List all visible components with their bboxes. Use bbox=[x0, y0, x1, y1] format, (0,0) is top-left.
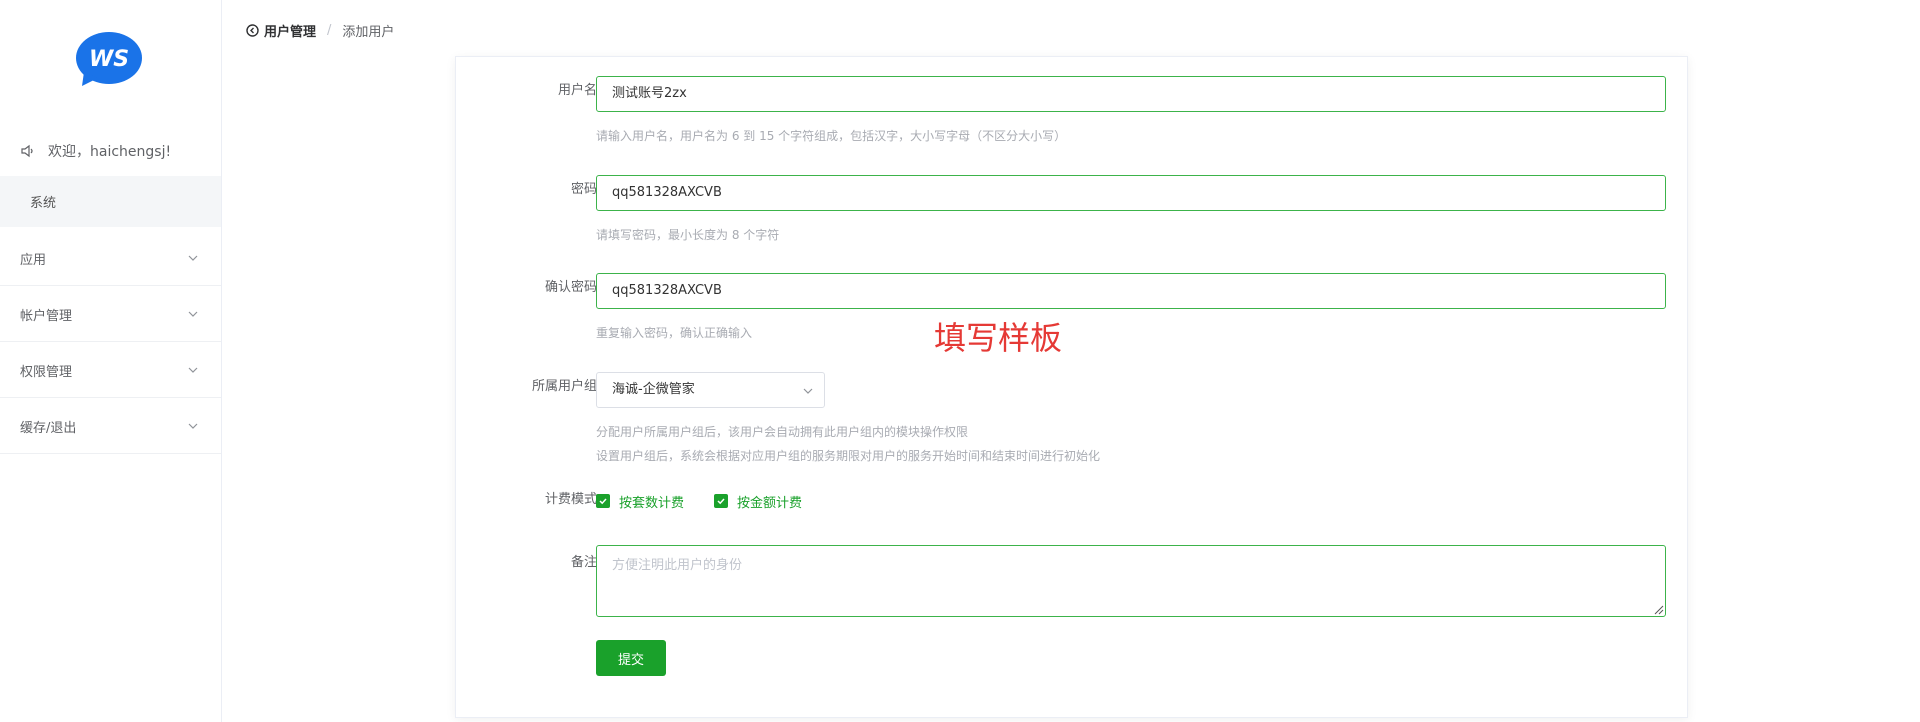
username-field[interactable]: 测试账号2zx bbox=[596, 76, 1666, 112]
chevron-down-icon bbox=[188, 311, 198, 317]
user-group-label: 所属用户组 bbox=[531, 379, 597, 394]
back-circle-icon bbox=[246, 23, 259, 37]
breadcrumb-current: 添加用户 bbox=[342, 24, 395, 40]
welcome-text: 欢迎，haichengsj! bbox=[48, 144, 172, 160]
username-label: 用户名 bbox=[557, 83, 597, 98]
password-hint: 请填写密码，最小长度为 8 个字符 bbox=[596, 228, 780, 242]
speaker-icon bbox=[21, 144, 33, 158]
confirm-password-hint: 重复输入密码，确认正确输入 bbox=[596, 326, 753, 340]
remark-placeholder: 方便注明此用户的身份 bbox=[612, 558, 743, 573]
chevron-down-icon bbox=[188, 255, 198, 261]
password-label: 密码 bbox=[570, 182, 597, 197]
confirm-password-field[interactable]: qq581328AXCVB bbox=[596, 273, 1666, 309]
sample-annotation: 填写样板 bbox=[934, 319, 1063, 357]
chevron-down-icon bbox=[188, 423, 198, 429]
sidebar-item-label: 应用 bbox=[20, 252, 47, 268]
sidebar-item-accounts[interactable]: 帐户管理 bbox=[0, 287, 221, 342]
user-group-hint-2: 设置用户组后，系统会根据对应用户组的服务期限对用户的服务开始时间和结束时间进行初… bbox=[596, 449, 1101, 463]
sidebar-item-label: 帐户管理 bbox=[20, 308, 73, 324]
billing-by-amount-checkbox[interactable]: 按金额计费 bbox=[714, 492, 802, 511]
breadcrumb: 用户管理 / 添加用户 bbox=[246, 20, 394, 40]
billing-mode-options: 按套数计费 按金额计费 bbox=[596, 491, 832, 511]
sidebar-item-apps[interactable]: 应用 bbox=[0, 231, 221, 286]
checkbox-checked-icon bbox=[596, 494, 610, 508]
app-logo[interactable]: WS bbox=[76, 32, 142, 88]
user-group-selected: 海诚-企微管家 bbox=[612, 382, 695, 397]
breadcrumb-separator: / bbox=[327, 22, 332, 38]
resize-handle-icon[interactable] bbox=[1652, 603, 1664, 615]
breadcrumb-back-link[interactable]: 用户管理 bbox=[246, 21, 316, 40]
billing-by-set-checkbox[interactable]: 按套数计费 bbox=[596, 492, 684, 511]
welcome-message: 欢迎，haichengsj! bbox=[20, 140, 171, 162]
sidebar-item-label: 系统 bbox=[30, 196, 57, 211]
billing-mode-label: 计费模式 bbox=[544, 492, 597, 507]
breadcrumb-parent-label: 用户管理 bbox=[264, 24, 317, 40]
sidebar-item-permissions[interactable]: 权限管理 bbox=[0, 343, 221, 398]
password-field[interactable]: qq581328AXCVB bbox=[596, 175, 1666, 211]
remark-textarea[interactable]: 方便注明此用户的身份 bbox=[596, 545, 1666, 617]
submit-button[interactable]: 提交 bbox=[596, 640, 666, 676]
chevron-down-icon bbox=[188, 367, 198, 373]
confirm-password-label: 确认密码 bbox=[544, 280, 597, 295]
add-user-form: 用户名 测试账号2zx 请输入用户名，用户名为 6 到 15 个字符组成，包括汉… bbox=[455, 56, 1688, 718]
chevron-down-icon bbox=[803, 388, 813, 394]
sidebar-item-label: 缓存/退出 bbox=[20, 420, 77, 436]
username-hint: 请输入用户名，用户名为 6 到 15 个字符组成，包括汉字，大小写字母（不区分大… bbox=[596, 129, 1067, 143]
sidebar-item-system[interactable]: 系统 bbox=[0, 176, 221, 227]
remark-label: 备注 bbox=[570, 555, 597, 570]
user-group-hint-1: 分配用户所属用户组后，该用户会自动拥有此用户组内的模块操作权限 bbox=[596, 425, 969, 439]
logo-text: WS bbox=[89, 47, 129, 72]
checkbox-label: 按金额计费 bbox=[737, 495, 803, 511]
sidebar-item-cache-logout[interactable]: 缓存/退出 bbox=[0, 399, 221, 454]
sidebar: WS 欢迎，haichengsj! 系统 应用 帐户管理 权限管理 缓存/退出 bbox=[0, 0, 222, 722]
checkbox-label: 按套数计费 bbox=[619, 495, 685, 511]
sidebar-item-label: 权限管理 bbox=[20, 364, 73, 380]
checkbox-checked-icon bbox=[714, 494, 729, 508]
user-group-select[interactable]: 海诚-企微管家 bbox=[596, 372, 825, 408]
